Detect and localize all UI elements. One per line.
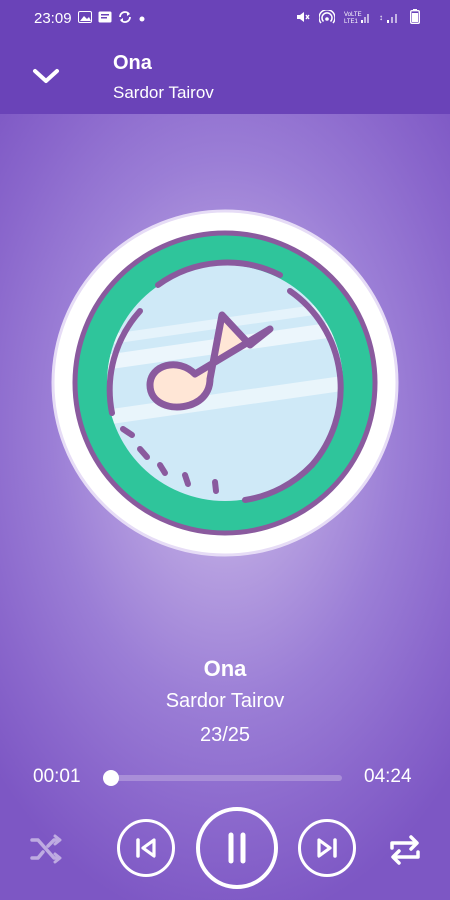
status-bar: 23:09 VoLTE LTE1 ↕: [0, 0, 450, 36]
seek-bar[interactable]: [103, 770, 342, 786]
skip-next-icon: [317, 838, 337, 858]
svg-text:LTE1: LTE1: [344, 19, 359, 24]
svg-text:↕: ↕: [379, 13, 383, 22]
song-title: Ona: [203, 656, 247, 681]
svg-text:VoLTE: VoLTE: [344, 12, 362, 18]
album-art: [50, 207, 400, 559]
pause-button[interactable]: [196, 807, 278, 889]
pause-icon: [228, 832, 246, 864]
signal-volte-lte-icon: VoLTE LTE1: [344, 10, 370, 27]
dot-icon: [138, 11, 146, 26]
status-bar-left: 23:09: [34, 10, 146, 27]
collapse-button[interactable]: [26, 58, 66, 94]
battery-icon: [409, 9, 421, 27]
shuffle-button[interactable]: [25, 828, 67, 870]
next-button[interactable]: [298, 819, 356, 877]
signal-icon: ↕: [379, 10, 401, 27]
shuffle-icon: [30, 834, 62, 864]
seek-thumb[interactable]: [103, 770, 119, 786]
top-app-bar: Ona Sardor Tairov: [0, 36, 450, 114]
mute-icon: [296, 10, 310, 27]
header-title: Ona: [113, 52, 152, 74]
skip-previous-icon: [136, 838, 156, 858]
chevron-down-icon: [33, 69, 59, 83]
track-position: 23/25: [199, 724, 251, 746]
previous-button[interactable]: [117, 819, 175, 877]
status-bar-right: VoLTE LTE1 ↕: [296, 8, 421, 27]
song-artist: Sardor Tairov: [165, 690, 285, 712]
repeat-icon: [390, 835, 420, 865]
status-time: 23:09: [34, 9, 72, 27]
hotspot-icon: [318, 8, 336, 27]
sync-icon: [118, 10, 132, 27]
current-time: 00:01: [33, 766, 81, 787]
gallery-icon: [77, 10, 92, 26]
message-icon: [98, 11, 112, 26]
total-time: 04:24: [364, 766, 412, 787]
repeat-button[interactable]: [383, 828, 427, 872]
header-artist: Sardor Tairov: [113, 83, 214, 102]
